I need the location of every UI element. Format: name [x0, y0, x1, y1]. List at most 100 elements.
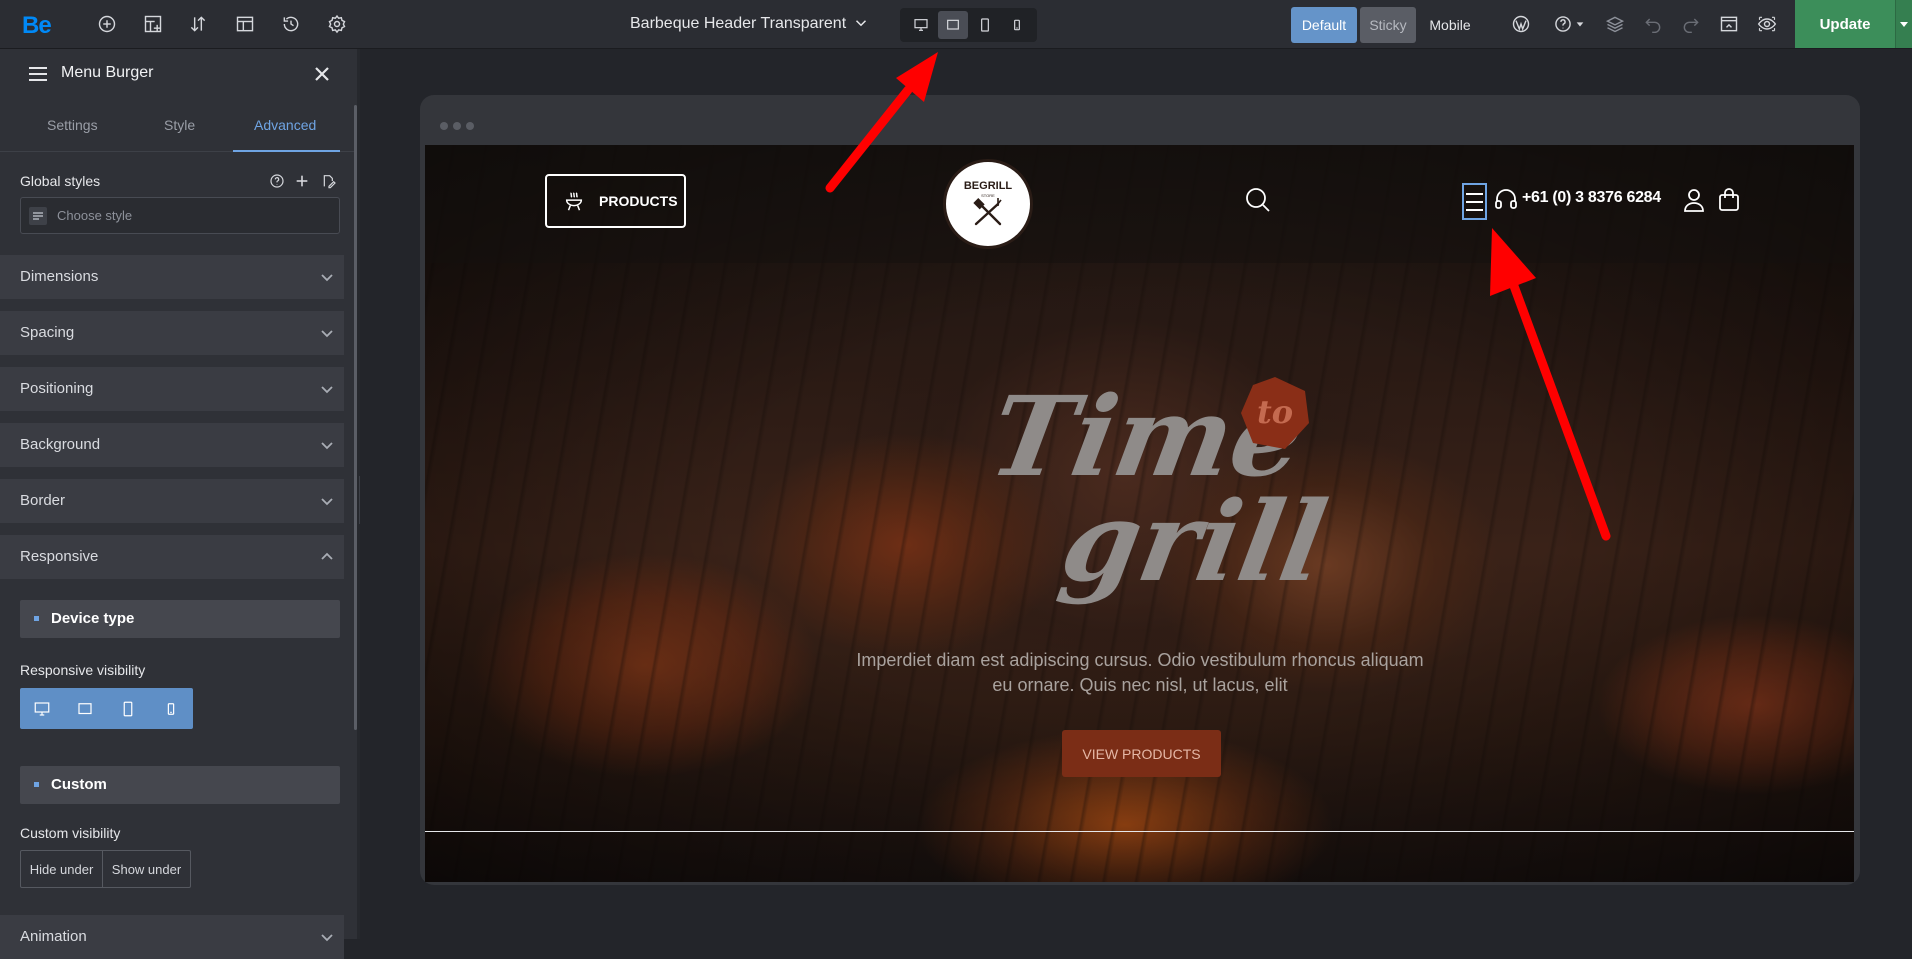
sticky-mode-button[interactable]: Sticky: [1360, 7, 1416, 43]
add-icon[interactable]: [95, 12, 119, 36]
sidebar-tabs: Settings Style Advanced: [0, 99, 360, 152]
device-type-label: Device type: [51, 610, 135, 627]
phone-number[interactable]: +61 (0) 3 8376 6284: [1522, 189, 1661, 207]
user-icon[interactable]: [1681, 187, 1707, 213]
mobile-device-button[interactable]: [1002, 11, 1032, 39]
redo-icon[interactable]: [1679, 12, 1703, 36]
builder-logo[interactable]: Be: [22, 12, 52, 40]
visibility-desktop-toggle[interactable]: [20, 688, 63, 729]
annotation-arrow-device: [825, 52, 938, 193]
help-icon[interactable]: [269, 173, 285, 189]
history-icon[interactable]: [279, 12, 303, 36]
chevron-down-icon: [320, 382, 334, 396]
accordion-background[interactable]: Background: [0, 423, 344, 467]
accordion-label: Animation: [20, 928, 87, 945]
active-tab-indicator: [233, 150, 340, 152]
accordion-label: Background: [20, 436, 101, 453]
accordion-spacing[interactable]: Spacing: [0, 311, 344, 355]
accordion-dimensions[interactable]: Dimensions: [0, 255, 344, 299]
caret-down-icon: [1900, 21, 1908, 27]
accordion-label: Responsive: [20, 548, 99, 565]
accordion-label: Border: [20, 492, 66, 509]
search-icon[interactable]: [1245, 187, 1271, 213]
accordion-positioning[interactable]: Positioning: [0, 367, 344, 411]
chevron-down-icon: [320, 326, 334, 340]
wordpress-icon[interactable]: [1509, 12, 1533, 36]
navigator-icon[interactable]: [141, 12, 165, 36]
grill-icon: [565, 192, 583, 211]
chevron-down-icon: [320, 438, 334, 452]
undo-icon[interactable]: [1641, 12, 1665, 36]
tab-settings[interactable]: Settings: [47, 117, 98, 133]
help-icon[interactable]: [1551, 12, 1575, 36]
global-style-placeholder: Choose style: [57, 208, 133, 223]
accordion-label: Spacing: [20, 324, 75, 341]
viewport-edge: [425, 831, 1854, 832]
chevron-down-icon: [320, 930, 334, 944]
custom-section[interactable]: Custom: [20, 766, 340, 804]
products-button-label: PRODUCTS: [599, 193, 678, 209]
edit-style-icon[interactable]: [321, 173, 337, 189]
update-button[interactable]: Update: [1795, 0, 1895, 48]
builder-canvas: PRODUCTS BEGRILL STORE +61 (0) 3 8376 62…: [360, 49, 1912, 939]
preview-browser-frame: PRODUCTS BEGRILL STORE +61 (0) 3 8376 62…: [420, 95, 1860, 885]
chevron-up-icon: [320, 550, 334, 564]
accordion-label: Positioning: [20, 380, 94, 397]
accordion-label: Dimensions: [20, 268, 99, 285]
sidebar-scrollbar[interactable]: [354, 105, 357, 730]
update-options-button[interactable]: [1895, 0, 1912, 48]
element-sidebar: Menu Burger Settings Style Advanced Glob…: [0, 49, 360, 959]
device-type-section[interactable]: Device type: [20, 600, 340, 638]
visibility-laptop-toggle[interactable]: [63, 688, 106, 729]
sort-icon[interactable]: [186, 12, 210, 36]
headset-icon[interactable]: [1493, 187, 1519, 213]
chevron-down-icon[interactable]: [852, 14, 870, 32]
shopping-bag-icon[interactable]: [1716, 187, 1742, 213]
responsive-visibility-toggles: [20, 688, 193, 729]
tab-style[interactable]: Style: [164, 117, 195, 133]
laptop-device-button[interactable]: [938, 11, 968, 39]
accordion-responsive[interactable]: Responsive: [0, 535, 344, 579]
hide-under-button[interactable]: Hide under: [21, 851, 103, 887]
desktop-device-button[interactable]: [906, 11, 936, 39]
custom-label: Custom: [51, 776, 107, 793]
view-products-button[interactable]: VIEW PRODUCTS: [1062, 730, 1221, 777]
accordion-animation[interactable]: Animation: [0, 915, 344, 959]
mobile-mode-button[interactable]: Mobile: [1420, 7, 1480, 43]
document-title[interactable]: Barbeque Header Transparent: [630, 15, 846, 33]
products-button[interactable]: PRODUCTS: [545, 174, 686, 228]
device-switcher: [900, 8, 1037, 42]
layers-icon[interactable]: [1603, 12, 1627, 36]
preview-window-icon[interactable]: [1717, 12, 1741, 36]
eye-icon[interactable]: [1755, 12, 1779, 36]
tab-advanced[interactable]: Advanced: [254, 117, 316, 133]
burger-line: [1466, 193, 1483, 195]
logo-subtext: STORE: [981, 193, 995, 198]
show-under-button[interactable]: Show under: [103, 851, 190, 887]
window-dots: [440, 117, 479, 135]
sidebar-header: Menu Burger: [0, 49, 360, 99]
add-style-icon[interactable]: [294, 173, 310, 189]
hamburger-menu-icon[interactable]: [28, 65, 48, 83]
custom-visibility-buttons: Hide under Show under: [20, 850, 191, 888]
visibility-tablet-toggle[interactable]: [106, 688, 149, 729]
default-mode-button[interactable]: Default: [1291, 7, 1357, 43]
hero-description-line2: eu ornare. Quis nec nisl, ut lacus, elit: [992, 675, 1288, 695]
menu-burger-selected[interactable]: [1462, 183, 1487, 220]
global-style-select[interactable]: Choose style: [20, 197, 340, 234]
custom-visibility-label: Custom visibility: [20, 825, 121, 841]
hero-description: Imperdiet diam est adipiscing cursus. Od…: [845, 648, 1435, 698]
tablet-device-button[interactable]: [970, 11, 1000, 39]
logo-text: BEGRILL: [964, 180, 1013, 192]
annotation-arrow-burger: [1490, 228, 1611, 541]
sidebar-title: Menu Burger: [61, 64, 154, 81]
close-icon[interactable]: [312, 64, 332, 84]
accordion-border[interactable]: Border: [0, 479, 344, 523]
responsive-visibility-label: Responsive visibility: [20, 662, 146, 678]
help-caret-icon[interactable]: [1574, 12, 1586, 36]
visibility-mobile-toggle[interactable]: [149, 688, 192, 729]
burger-line: [1466, 209, 1483, 211]
hero-badge-text: to: [1257, 393, 1293, 431]
settings-icon[interactable]: [325, 12, 349, 36]
layout-icon[interactable]: [233, 12, 257, 36]
